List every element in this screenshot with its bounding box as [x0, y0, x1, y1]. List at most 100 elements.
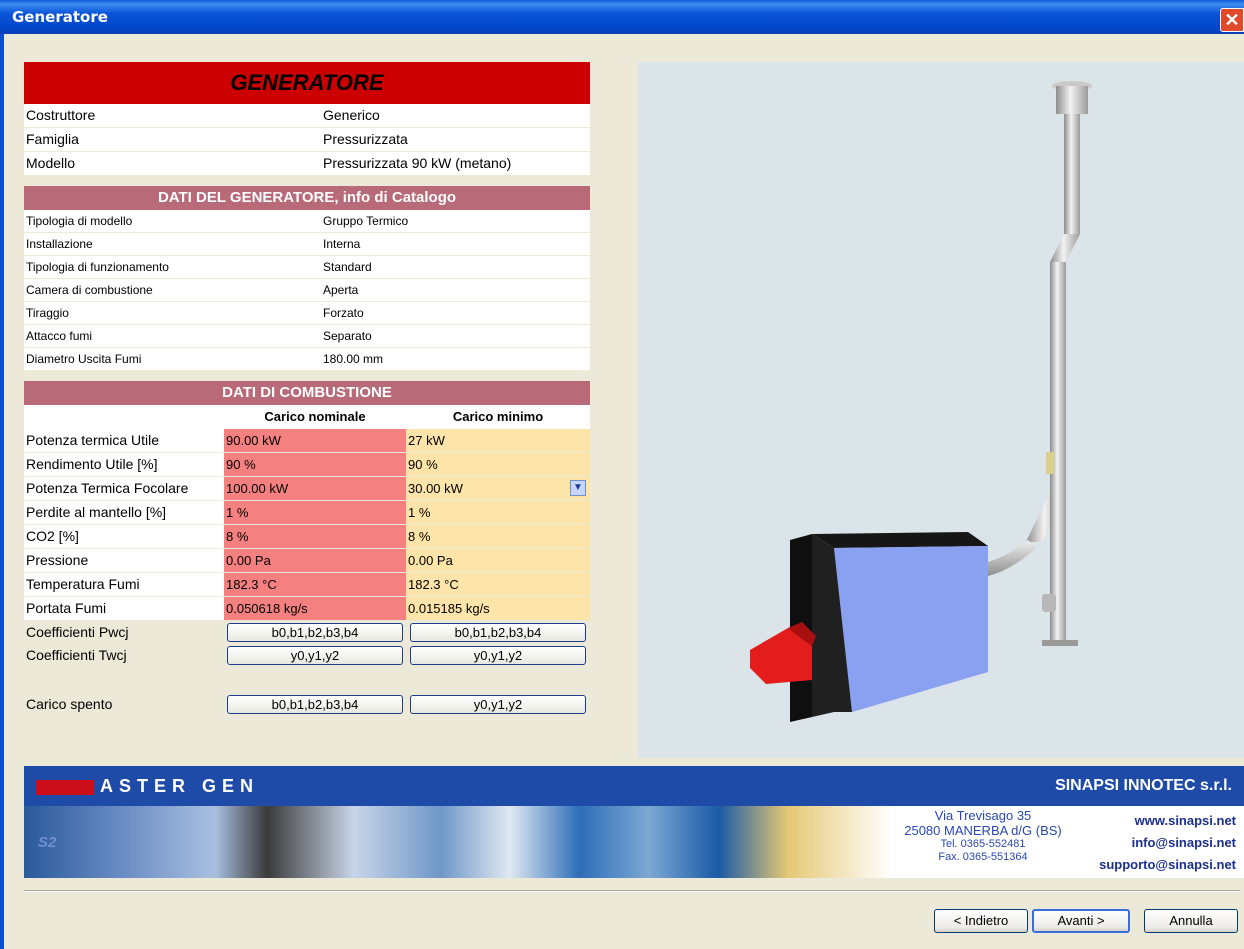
nominale-cell[interactable]: 1 %: [224, 501, 406, 524]
combustion-row: Temperatura Fumi 182.3 °C 182.3 °C: [24, 573, 590, 597]
close-icon[interactable]: ✕: [1220, 8, 1244, 32]
company-name: SINAPSI INNOTEC s.r.l.: [1055, 777, 1232, 794]
nominale-cell[interactable]: 90.00 kW: [224, 429, 406, 452]
minimo-cell[interactable]: 0.00 Pa: [406, 549, 590, 572]
cancel-button[interactable]: Annulla: [1144, 909, 1238, 933]
minimo-cell[interactable]: 1 %: [406, 501, 590, 524]
catalog-row: Tipologia di funzionamento Standard: [24, 256, 590, 279]
window-title: Generatore: [12, 8, 108, 26]
nominale-cell[interactable]: 182.3 °C: [224, 573, 406, 596]
minimo-cell[interactable]: 8 %: [406, 525, 590, 548]
field-label: Installazione: [26, 237, 93, 251]
field-label: Attacco fumi: [26, 329, 93, 343]
website-link[interactable]: www.sinapsi.net: [1099, 810, 1236, 832]
catalog-row: Installazione Interna: [24, 233, 590, 256]
coeff-pwcj-label: Coefficienti Pwcj: [26, 624, 129, 640]
combustion-row: Portata Fumi 0.050618 kg/s 0.015185 kg/s: [24, 597, 590, 621]
field-label: Rendimento Utile [%]: [24, 453, 224, 476]
minimo-value: 0.00 Pa: [408, 553, 453, 568]
combustione-column-headers: Carico nominale Carico minimo: [24, 405, 590, 429]
pwcj-nominale-button[interactable]: b0,b1,b2,b3,b4: [227, 623, 403, 642]
field-value: Interna: [323, 237, 361, 251]
separator: [24, 890, 1240, 892]
company-address: Via Trevisago 35 25080 MANERBA d/G (BS) …: [904, 808, 1062, 863]
title-bar: Generatore ✕: [0, 0, 1244, 34]
combustion-row: Potenza Termica Focolare 100.00 kW 30.00 k…: [24, 477, 590, 501]
field-label: Potenza Termica Focolare: [24, 477, 224, 500]
minimo-cell[interactable]: 27 kW: [406, 429, 590, 452]
catalog-row: Camera di combustione Aperta: [24, 279, 590, 302]
field-label: Pressione: [24, 549, 224, 572]
minimo-cell[interactable]: 0.015185 kg/s: [406, 597, 590, 620]
combustion-row: Rendimento Utile [%] 90 % 90 %: [24, 453, 590, 477]
field-value[interactable]: Pressurizzata 90 kW (metano): [321, 152, 590, 175]
generator-3d-view: [638, 62, 1244, 758]
combustion-row: CO2 [%] 8 % 8 %: [24, 525, 590, 549]
field-value: 180.00 mm: [323, 352, 384, 366]
footer-photo-collage: [24, 806, 892, 878]
field-label: Tipologia di funzionamento: [26, 260, 169, 274]
nominale-cell[interactable]: 0.00 Pa: [224, 549, 406, 572]
field-value: Gruppo Termico: [323, 214, 409, 228]
chevron-down-icon[interactable]: ▼: [570, 480, 586, 496]
next-button[interactable]: Avanti >: [1032, 909, 1130, 933]
photo-label: S2: [38, 834, 57, 851]
field-label: Tipologia di modello: [26, 214, 133, 228]
twcj-nominale-button[interactable]: y0,y1,y2: [227, 646, 403, 665]
support-email-link[interactable]: supporto@sinapsi.net: [1099, 854, 1236, 876]
field-value[interactable]: Generico: [321, 104, 590, 127]
catalog-row: Tipologia di modello Gruppo Termico: [24, 210, 590, 233]
field-value: Separato: [323, 329, 372, 343]
catalog-row: Tiraggio Forzato: [24, 302, 590, 325]
minimo-value: 1 %: [408, 505, 431, 520]
catalog-row: Attacco fumi Separato: [24, 325, 590, 348]
coeff-pwcj-row: Coefficienti Pwcj b0,b1,b2,b3,b4 b0,b1,b…: [24, 621, 590, 644]
field-label: Diametro Uscita Fumi: [26, 352, 142, 366]
field-label: Camera di combustione: [26, 283, 153, 297]
minimo-value: 8 %: [408, 529, 431, 544]
boiler-body-icon: [834, 546, 988, 712]
col-carico-nominale: Carico nominale: [264, 409, 366, 424]
minimo-cell[interactable]: 182.3 °C: [406, 573, 590, 596]
chimney-pipe-icon: [1064, 114, 1080, 234]
dati-combustione-header: DATI DI COMBUSTIONE: [24, 381, 590, 405]
nominale-cell[interactable]: 0.050618 kg/s: [224, 597, 406, 620]
window-frame: [0, 34, 4, 949]
minimo-value: 30.00 kW: [408, 481, 463, 496]
product-name: ASTER GEN: [100, 776, 260, 796]
field-label: CO2 [%]: [24, 525, 224, 548]
info-email-link[interactable]: info@sinapsi.net: [1099, 832, 1236, 854]
carico-spento-label: Carico spento: [26, 696, 113, 712]
back-button[interactable]: < Indietro: [934, 909, 1028, 933]
minimo-cell[interactable]: 90 %: [406, 453, 590, 476]
minimo-value: 182.3 °C: [408, 577, 459, 592]
field-label: Portata Fumi: [24, 597, 224, 620]
field-value[interactable]: Pressurizzata: [321, 128, 590, 151]
nominale-cell[interactable]: 90 %: [224, 453, 406, 476]
field-value: Standard: [323, 260, 372, 274]
minimo-cell[interactable]: 30.00 kW ▼: [406, 477, 590, 500]
pwcj-minimo-button[interactable]: b0,b1,b2,b3,b4: [410, 623, 586, 642]
generatore-row: Costruttore Generico: [24, 104, 590, 128]
twcj-minimo-button[interactable]: y0,y1,y2: [410, 646, 586, 665]
nominale-cell[interactable]: 100.00 kW: [224, 477, 406, 500]
combustion-row: Potenza termica Utile 90.00 kW 27 kW: [24, 429, 590, 453]
carico-spento-y-button[interactable]: y0,y1,y2: [410, 695, 586, 714]
field-label: Tiraggio: [26, 306, 69, 320]
minimo-value: 90 %: [408, 457, 438, 472]
field-value: Forzato: [323, 306, 364, 320]
field-label: Temperatura Fumi: [24, 573, 224, 596]
dati-generatore-header: DATI DEL GENERATORE, info di Catalogo: [24, 186, 590, 210]
field-label: Costruttore: [26, 107, 96, 123]
carico-spento-b-button[interactable]: b0,b1,b2,b3,b4: [227, 695, 403, 714]
minimo-value: 0.015185 kg/s: [408, 601, 490, 616]
generatore-row: Famiglia Pressurizzata: [24, 128, 590, 152]
field-label: Potenza termica Utile: [24, 429, 224, 452]
nominale-cell[interactable]: 8 %: [224, 525, 406, 548]
generatore-row: Modello Pressurizzata 90 kW (metano): [24, 152, 590, 176]
generatore-banner: GENERATORE: [24, 62, 590, 104]
combustion-row: Perdite al mantello [%] 1 % 1 %: [24, 501, 590, 525]
col-carico-minimo: Carico minimo: [452, 409, 544, 424]
field-label: Perdite al mantello [%]: [24, 501, 224, 524]
coeff-twcj-label: Coefficienti Twcj: [26, 647, 127, 663]
